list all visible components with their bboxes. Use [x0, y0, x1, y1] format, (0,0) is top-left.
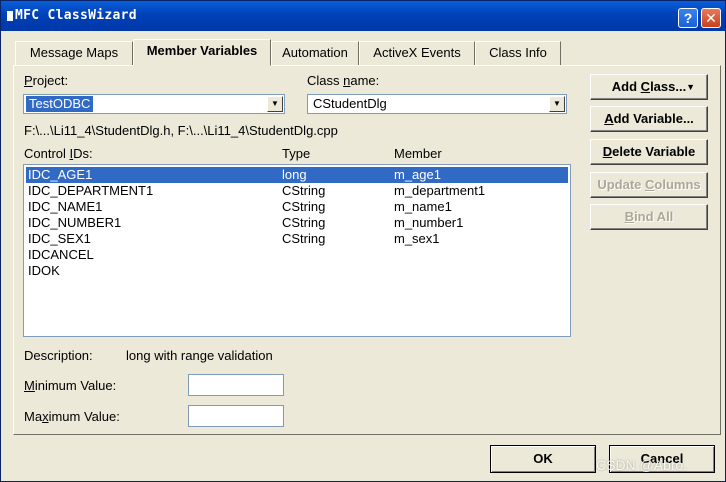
variable-type: CString: [282, 199, 326, 214]
description-label: Description:: [24, 348, 93, 363]
list-item[interactable]: IDC_SEX1 CString m_sex1: [26, 231, 568, 247]
bind-all-button[interactable]: Bind All: [590, 204, 708, 230]
file-path: F:\...\Li11_4\StudentDlg.h, F:\...\Li11_…: [24, 123, 338, 138]
tab-class-info[interactable]: Class Info: [475, 41, 561, 65]
member-name: m_name1: [394, 199, 452, 214]
classwizard-window: MFC ClassWizard ? ✕ Message Maps Member …: [0, 0, 726, 482]
window-title: MFC ClassWizard: [15, 8, 137, 23]
member-name: m_age1: [394, 167, 441, 182]
close-button[interactable]: ✕: [701, 8, 721, 28]
member-name: m_department1: [394, 183, 486, 198]
ok-button[interactable]: OK: [490, 445, 596, 473]
control-id: IDC_SEX1: [28, 231, 91, 246]
variable-type: CString: [282, 231, 326, 246]
watermark: CSDN @Abro.: [596, 457, 688, 473]
delete-variable-button[interactable]: Delete Variable: [590, 139, 708, 165]
tab-activex-events[interactable]: ActiveX Events: [359, 41, 475, 65]
list-item[interactable]: IDC_NAME1 CString m_name1: [26, 199, 568, 215]
description-value: long with range validation: [126, 348, 273, 363]
list-item[interactable]: IDC_DEPARTMENT1 CString m_department1: [26, 183, 568, 199]
update-columns-button[interactable]: Update Columns: [590, 172, 708, 198]
maximum-value-input[interactable]: [188, 405, 284, 427]
member-header: Member: [394, 146, 442, 161]
tab-automation[interactable]: Automation: [271, 41, 359, 65]
class-name-value: CStudentDlg: [313, 96, 387, 111]
minimum-value-label: Minimum Value:: [24, 378, 117, 393]
help-button[interactable]: ?: [678, 8, 698, 28]
control-id: IDCANCEL: [28, 247, 94, 262]
maximum-value-label: Maximum Value:: [24, 409, 120, 424]
control-id: IDC_NUMBER1: [28, 215, 122, 230]
control-ids-header: Control IDs:: [24, 146, 93, 161]
app-icon: [7, 11, 13, 21]
list-item[interactable]: IDOK: [26, 263, 568, 279]
list-item[interactable]: IDCANCEL: [26, 247, 568, 263]
member-name: m_sex1: [394, 231, 440, 246]
tab-member-variables[interactable]: Member Variables: [133, 39, 271, 66]
control-id: IDOK: [28, 263, 60, 278]
chevron-down-icon[interactable]: ▼: [267, 96, 283, 112]
chevron-down-icon: ▼: [686, 82, 695, 92]
add-variable-button[interactable]: Add Variable...: [590, 106, 708, 132]
type-header: Type: [282, 146, 311, 161]
control-id: IDC_DEPARTMENT1: [28, 183, 154, 198]
control-id: IDC_AGE1: [28, 167, 93, 182]
control-id: IDC_NAME1: [28, 199, 103, 214]
member-name: m_number1: [394, 215, 464, 230]
close-icon: ✕: [705, 10, 717, 26]
project-combo[interactable]: TestODBC ▼: [23, 94, 285, 114]
class-name-combo[interactable]: CStudentDlg ▼: [307, 94, 567, 114]
title-bar[interactable]: MFC ClassWizard ? ✕: [1, 1, 725, 31]
minimum-value-input[interactable]: [188, 374, 284, 396]
add-class-button[interactable]: Add Class... ▼: [590, 74, 708, 100]
project-value: TestODBC: [26, 96, 94, 112]
list-item[interactable]: IDC_NUMBER1 CString m_number1: [26, 215, 568, 231]
chevron-down-icon[interactable]: ▼: [549, 96, 565, 112]
member-variables-list[interactable]: IDC_AGE1 long m_age1 IDC_DEPARTMENT1 CSt…: [23, 164, 571, 337]
variable-type: CString: [282, 215, 326, 230]
variable-type: CString: [282, 183, 326, 198]
variable-type: long: [282, 167, 307, 182]
project-label: Project:: [24, 73, 69, 88]
list-item[interactable]: IDC_AGE1 long m_age1: [26, 167, 568, 183]
class-name-label: Class name:: [307, 73, 380, 88]
tab-message-maps[interactable]: Message Maps: [15, 41, 133, 65]
